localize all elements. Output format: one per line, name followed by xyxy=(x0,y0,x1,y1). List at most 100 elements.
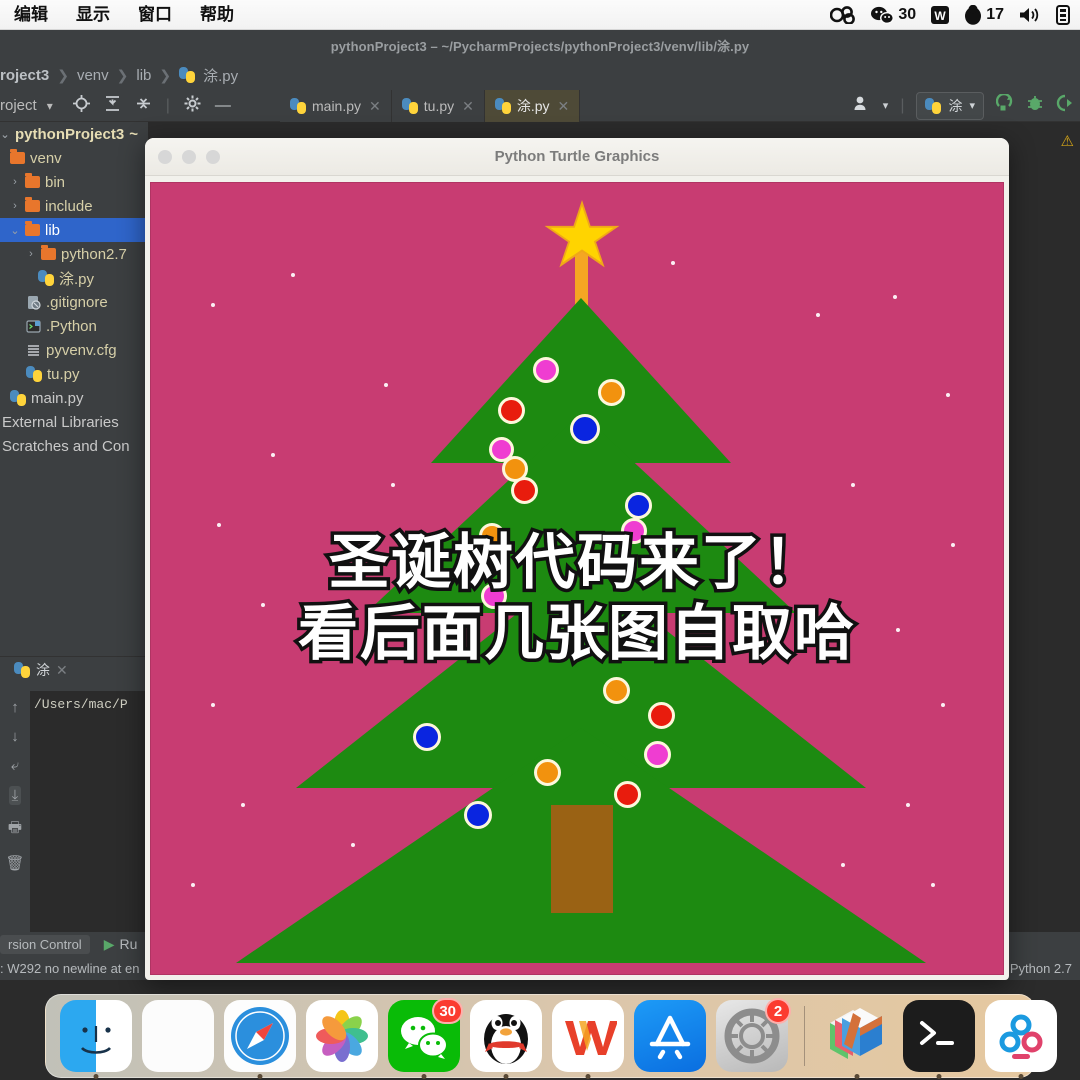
chevron-down-icon[interactable]: ⌄ xyxy=(10,224,20,237)
ornament xyxy=(614,781,641,808)
app-store-icon xyxy=(634,1000,706,1072)
tree-item-lib[interactable]: ⌄ lib xyxy=(0,218,148,242)
minimize-icon[interactable]: — xyxy=(215,97,231,115)
dock-item-finder[interactable] xyxy=(60,1000,132,1079)
menu-item-view[interactable]: 显示 xyxy=(62,0,124,30)
tab-main-py[interactable]: main.py ✕ xyxy=(280,90,392,122)
dock-item-system-preferences[interactable]: 2 xyxy=(716,998,791,1072)
tree-item-pythonProject3[interactable]: ⌄ pythonProject3 ~ xyxy=(0,122,148,146)
wps-icon xyxy=(552,1000,624,1072)
dock-item-wps[interactable] xyxy=(552,1000,624,1079)
tree-item-bin[interactable]: › bin xyxy=(0,170,148,194)
dock-item-qq[interactable] xyxy=(470,1000,542,1079)
close-icon[interactable]: ✕ xyxy=(462,98,474,115)
snow-dot xyxy=(217,523,221,527)
tree-item-external-libraries[interactable]: External Libraries xyxy=(0,410,148,434)
tree-item-label: tu.py xyxy=(47,365,80,383)
run-console-output[interactable]: /Users/mac/P xyxy=(30,691,148,964)
tree-item-python27[interactable]: › python2.7 xyxy=(0,242,148,266)
project-pane-label[interactable]: roject xyxy=(0,97,37,114)
cloud-sync-icon[interactable] xyxy=(830,5,856,24)
battery-icon[interactable] xyxy=(1056,4,1070,25)
gear-icon[interactable] xyxy=(184,95,201,117)
close-icon[interactable]: ✕ xyxy=(56,662,68,679)
dock-item-launchpad[interactable] xyxy=(142,1000,214,1072)
turtle-graphics-window[interactable]: Python Turtle Graphics 圣诞树代码来了！ 看后面几张图自取… xyxy=(145,138,1009,980)
chevron-down-icon[interactable]: ⌄ xyxy=(0,128,10,141)
run-icon[interactable] xyxy=(995,92,1014,117)
breadcrumb-project[interactable]: roject3 xyxy=(0,67,49,84)
tree-item-label: 涂.py xyxy=(59,270,95,288)
breadcrumb-venv[interactable]: venv xyxy=(77,67,109,84)
qq-icon xyxy=(470,1000,542,1072)
dock-item-photos[interactable] xyxy=(306,1000,378,1072)
tree-item-pyvenv-cfg[interactable]: pyvenv.cfg xyxy=(0,338,148,362)
ornament xyxy=(644,741,671,768)
dock-item-wechat[interactable]: 30 xyxy=(388,998,463,1079)
python-interpreter-label[interactable]: Python 2.7 xyxy=(1010,961,1072,976)
snow-dot xyxy=(893,295,897,299)
print-icon[interactable]: 🖶 xyxy=(8,817,22,842)
tree-item-gitignore[interactable]: .gitignore xyxy=(0,290,148,314)
turtle-canvas[interactable]: 圣诞树代码来了！ 看后面几张图自取哈 xyxy=(150,182,1004,975)
python-file-icon xyxy=(26,366,42,382)
chevron-right-icon[interactable]: › xyxy=(10,176,20,188)
soft-wrap-icon[interactable]: ⤶ xyxy=(11,757,19,774)
chevron-down-icon[interactable]: ▾ xyxy=(47,99,53,113)
tab-label: main.py xyxy=(312,98,362,114)
wechat-menu-item[interactable]: 30 xyxy=(870,6,916,24)
wps-menu-icon[interactable]: W xyxy=(930,5,950,25)
ide-title-bar: pythonProject3 – ~/PycharmProjects/pytho… xyxy=(0,30,1080,60)
breadcrumb-file[interactable]: 涂.py xyxy=(203,65,238,86)
chevron-right-icon[interactable]: › xyxy=(26,248,36,260)
tree-item-venv[interactable]: venv xyxy=(0,146,148,170)
photos-icon xyxy=(306,1000,378,1072)
run-tab[interactable]: 涂 ✕ xyxy=(0,657,148,683)
scroll-to-end-icon[interactable]: ⤓ xyxy=(8,786,22,805)
dock-item-terminal[interactable] xyxy=(903,1000,975,1079)
dock-item-appstore[interactable] xyxy=(634,1000,706,1072)
chevron-down-icon[interactable]: ▾ xyxy=(883,99,889,112)
folder-icon xyxy=(25,173,40,188)
coverage-icon[interactable] xyxy=(1056,94,1074,117)
down-arrow-icon[interactable]: ↓ xyxy=(11,728,19,745)
up-arrow-icon[interactable]: ↑ xyxy=(11,699,19,716)
dock-item-baidu-netdisk[interactable] xyxy=(985,1000,1057,1079)
menu-item-window[interactable]: 窗口 xyxy=(124,0,186,30)
locate-target-icon[interactable] xyxy=(72,94,90,117)
dock-item-archiver[interactable] xyxy=(821,1000,893,1079)
tree-item-dot-python[interactable]: .Python xyxy=(0,314,148,338)
snow-dot xyxy=(931,883,935,887)
tree-item-tu-cn-py[interactable]: 涂.py xyxy=(0,266,148,290)
breadcrumb-lib[interactable]: lib xyxy=(136,67,151,84)
tree-item-tu-py[interactable]: tu.py xyxy=(0,362,148,386)
tab-tu-cn-py[interactable]: 涂.py ✕ xyxy=(484,90,581,122)
chevron-down-icon[interactable]: ▾ xyxy=(969,99,975,112)
collapse-all-icon[interactable] xyxy=(135,95,152,117)
tree-item-include[interactable]: › include xyxy=(0,194,148,218)
run-tab-label: 涂 xyxy=(36,662,50,678)
ornament xyxy=(511,477,538,504)
turtle-window-title: Python Turtle Graphics xyxy=(494,148,660,165)
user-icon[interactable] xyxy=(853,95,871,116)
menu-item-edit[interactable]: 编辑 xyxy=(0,0,62,30)
close-icon[interactable]: ✕ xyxy=(369,98,381,115)
run-status-button[interactable]: ▶ Ru xyxy=(104,936,138,953)
volume-icon[interactable] xyxy=(1018,6,1042,24)
trash-icon[interactable]: 🗑 xyxy=(5,854,24,872)
dock-item-safari[interactable] xyxy=(224,1000,296,1079)
menu-item-help[interactable]: 帮助 xyxy=(186,0,248,30)
version-control-button[interactable]: rsion Control xyxy=(0,934,90,954)
tab-tu-py[interactable]: tu.py ✕ xyxy=(391,90,485,122)
warning-triangle-icon[interactable]: ⚠ xyxy=(1061,132,1074,150)
tree-item-label: bin xyxy=(45,173,66,191)
run-configuration-selector[interactable]: 涂 ▾ xyxy=(916,91,984,120)
tree-item-label: pyvenv.cfg xyxy=(46,341,117,359)
debug-icon[interactable] xyxy=(1026,94,1044,117)
chevron-right-icon[interactable]: › xyxy=(10,200,20,212)
close-icon[interactable]: ✕ xyxy=(558,98,570,115)
expand-all-icon[interactable] xyxy=(104,95,121,117)
tree-item-main-py[interactable]: main.py xyxy=(0,386,148,410)
tree-item-scratches[interactable]: Scratches and Con xyxy=(0,434,148,458)
qq-menu-item[interactable]: 17 xyxy=(964,4,1004,25)
